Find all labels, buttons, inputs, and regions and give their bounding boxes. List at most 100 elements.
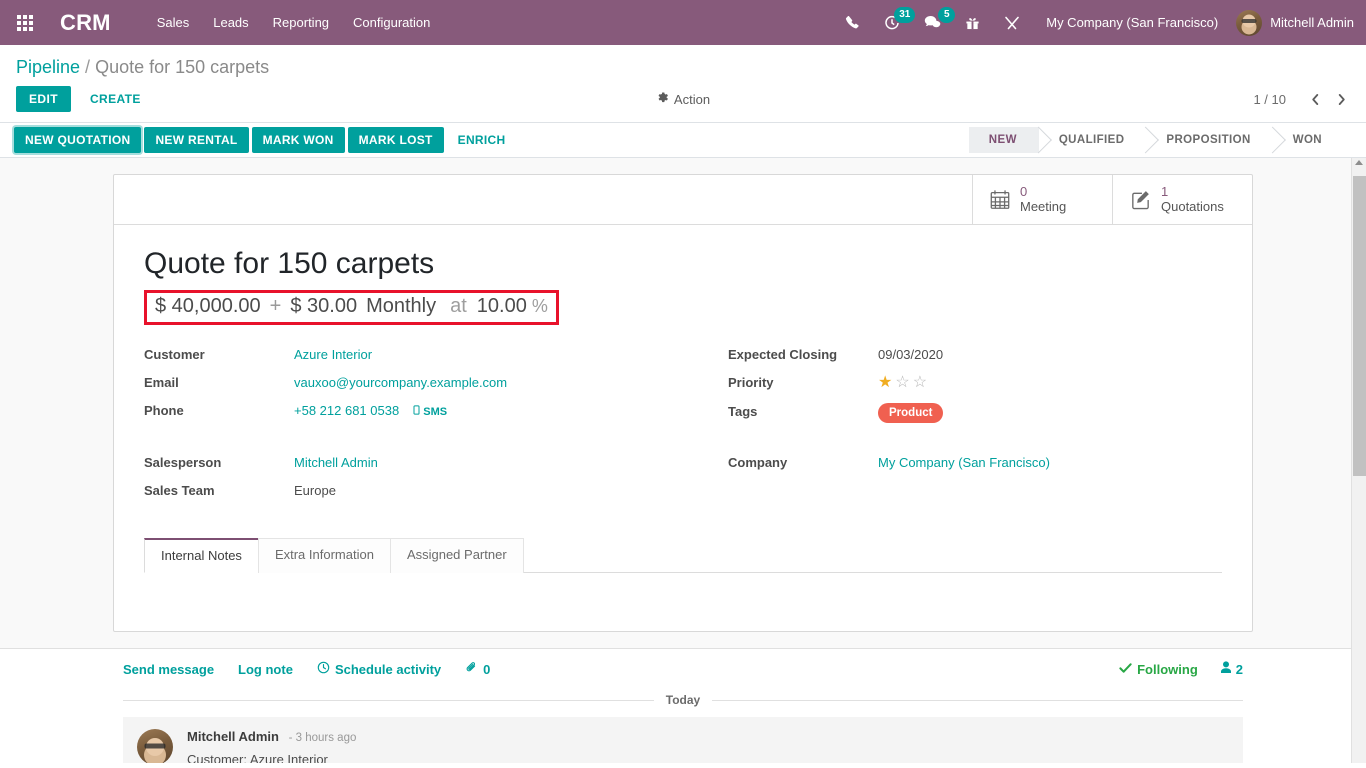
- expected-revenue-value[interactable]: $ 40,000.00: [155, 295, 261, 318]
- following-button[interactable]: Following: [1119, 662, 1198, 677]
- send-message-button[interactable]: Send message: [123, 662, 214, 677]
- messages-icon[interactable]: 5: [912, 0, 956, 45]
- field-value-customer[interactable]: Azure Interior: [294, 347, 372, 362]
- message-content: Mitchell Admin - 3 hours ago Customer: A…: [187, 729, 356, 763]
- star-icon-3[interactable]: ☆: [913, 374, 927, 391]
- apps-grid-icon[interactable]: [8, 6, 42, 40]
- field-salesperson: Salesperson Mitchell Admin: [144, 455, 638, 473]
- chevron-left-icon[interactable]: [1304, 88, 1326, 110]
- attachment-count: 0: [483, 661, 491, 677]
- chatter-toolbar: Send message Log note Schedule activity …: [113, 649, 1253, 687]
- menu-item-leads[interactable]: Leads: [201, 3, 260, 42]
- edit-document-icon: [1129, 188, 1152, 211]
- form-statusbar: NEW QUOTATION NEW RENTAL MARK WON MARK L…: [0, 123, 1366, 158]
- field-value-email[interactable]: vauxoo@yourcompany.example.com: [294, 375, 507, 390]
- tab-extra-information[interactable]: Extra Information: [257, 538, 391, 574]
- tab-assigned-partner[interactable]: Assigned Partner: [389, 538, 524, 574]
- send-sms-button[interactable]: SMS: [413, 404, 447, 418]
- phone-icon[interactable]: [833, 0, 872, 45]
- navbar-systray: 31 5 My Company (San Francisco) Mitchell…: [833, 0, 1354, 45]
- main-menu: Sales Leads Reporting Configuration: [145, 3, 443, 42]
- top-navbar: CRM Sales Leads Reporting Configuration …: [0, 0, 1366, 45]
- log-note-button[interactable]: Log note: [238, 662, 293, 677]
- record-sheet: 0 Meeting 1 Quotations Quote for 150 car…: [113, 174, 1253, 633]
- percent-symbol: %: [531, 295, 548, 316]
- create-button[interactable]: CREATE: [79, 86, 152, 112]
- field-value-salesperson[interactable]: Mitchell Admin: [294, 455, 378, 470]
- app-brand-crm[interactable]: CRM: [60, 11, 111, 34]
- vertical-scrollbar[interactable]: [1351, 158, 1366, 763]
- field-label-company: Company: [728, 455, 788, 471]
- day-divider-label: Today: [665, 693, 701, 708]
- field-label-expected-closing: Expected Closing: [728, 346, 838, 362]
- new-quotation-button[interactable]: NEW QUOTATION: [14, 127, 142, 153]
- probability-prefix: at: [450, 294, 467, 317]
- field-label-sales-team: Sales Team: [144, 483, 215, 499]
- field-expected-closing: Expected Closing 09/03/2020: [728, 347, 1222, 365]
- stat-button-quotations[interactable]: 1 Quotations: [1112, 175, 1252, 224]
- scroll-up-arrow-icon[interactable]: [1355, 160, 1363, 165]
- scrollbar-thumb[interactable]: [1353, 176, 1366, 476]
- fields-grid-row2: Salesperson Mitchell Admin Sales Team Eu…: [144, 455, 1222, 511]
- recurring-plan-value[interactable]: Monthly: [366, 295, 436, 318]
- user-menu[interactable]: Mitchell Admin: [1232, 9, 1354, 36]
- mark-won-button[interactable]: MARK WON: [251, 127, 345, 153]
- chatter-inner: Send message Log note Schedule activity …: [113, 649, 1253, 763]
- star-icon-1[interactable]: ★: [878, 374, 892, 391]
- menu-item-reporting[interactable]: Reporting: [261, 3, 341, 42]
- field-label-priority: Priority: [728, 374, 774, 390]
- notebook-page-internal-notes[interactable]: [144, 573, 1222, 631]
- field-label-email: Email: [144, 374, 179, 390]
- meeting-label: Meeting: [1020, 198, 1067, 214]
- schedule-activity-button[interactable]: Schedule activity: [317, 661, 441, 677]
- clock-icon: [317, 661, 330, 677]
- status-badge[interactable]: Product: [878, 402, 944, 424]
- meeting-count: 0: [1020, 183, 1028, 199]
- chevron-right-icon[interactable]: [1330, 88, 1352, 110]
- menu-item-sales[interactable]: Sales: [145, 3, 202, 42]
- field-value-expected-closing[interactable]: 09/03/2020: [878, 347, 943, 362]
- stat-buttons: 0 Meeting 1 Quotations: [114, 175, 1252, 225]
- menu-item-configuration[interactable]: Configuration: [341, 3, 442, 42]
- control-panel-buttons: EDIT CREATE Action 1 / 10: [0, 78, 1366, 122]
- stage-proposition[interactable]: PROPOSITION: [1146, 127, 1273, 153]
- tab-internal-notes[interactable]: Internal Notes: [144, 538, 259, 574]
- gift-icon[interactable]: [953, 0, 992, 45]
- debug-tools-icon[interactable]: [992, 0, 1032, 45]
- followers-button[interactable]: 2: [1220, 661, 1243, 677]
- divider-rule-right: [712, 699, 1244, 701]
- fields-right-column: Expected Closing 09/03/2020 Priority ★ ☆…: [728, 347, 1222, 434]
- field-value-sales-team[interactable]: Europe: [294, 483, 336, 498]
- probability-value[interactable]: 10.00: [477, 295, 527, 318]
- stage-new[interactable]: NEW: [968, 127, 1039, 153]
- action-menu[interactable]: Action: [656, 91, 710, 107]
- company-switcher[interactable]: My Company (San Francisco): [1032, 15, 1232, 30]
- avatar: [1236, 9, 1263, 36]
- field-value-phone[interactable]: +58 212 681 0538: [294, 403, 399, 418]
- field-customer: Customer Azure Interior: [144, 347, 638, 365]
- control-panel: Pipeline / Quote for 150 carpets EDIT CR…: [0, 45, 1366, 123]
- expected-revenue-group[interactable]: $ 40,000.00 + $ 30.00 Monthly at 10.00 %: [144, 289, 559, 325]
- edit-button[interactable]: EDIT: [16, 86, 71, 112]
- stage-qualified[interactable]: QUALIFIED: [1038, 127, 1147, 153]
- mark-lost-button[interactable]: MARK LOST: [347, 127, 444, 153]
- field-value-company[interactable]: My Company (San Francisco): [878, 455, 1050, 470]
- avatar: [137, 729, 173, 763]
- activity-clock-icon[interactable]: 31: [872, 0, 916, 45]
- chatter: Send message Log note Schedule activity …: [0, 648, 1366, 763]
- quotations-label: Quotations: [1161, 198, 1224, 214]
- field-phone: Phone +58 212 681 0538 SMS: [144, 403, 638, 421]
- breadcrumb-pipeline[interactable]: Pipeline: [16, 57, 80, 78]
- message-timestamp: - 3 hours ago: [288, 732, 357, 745]
- priority-stars[interactable]: ★ ☆ ☆: [878, 374, 927, 391]
- new-rental-button[interactable]: NEW RENTAL: [144, 127, 249, 153]
- star-icon-2[interactable]: ☆: [895, 374, 909, 391]
- enrich-button[interactable]: ENRICH: [447, 127, 517, 153]
- stage-pipeline: NEW QUALIFIED PROPOSITION WON: [968, 127, 1366, 153]
- breadcrumb: Pipeline / Quote for 150 carpets: [0, 45, 1366, 78]
- schedule-activity-label: Schedule activity: [334, 661, 442, 677]
- stat-button-meeting[interactable]: 0 Meeting: [972, 175, 1112, 224]
- recurring-revenue-value[interactable]: $ 30.00: [290, 295, 357, 318]
- field-label-tags: Tags: [728, 403, 758, 419]
- attachments-button[interactable]: 0: [465, 661, 490, 677]
